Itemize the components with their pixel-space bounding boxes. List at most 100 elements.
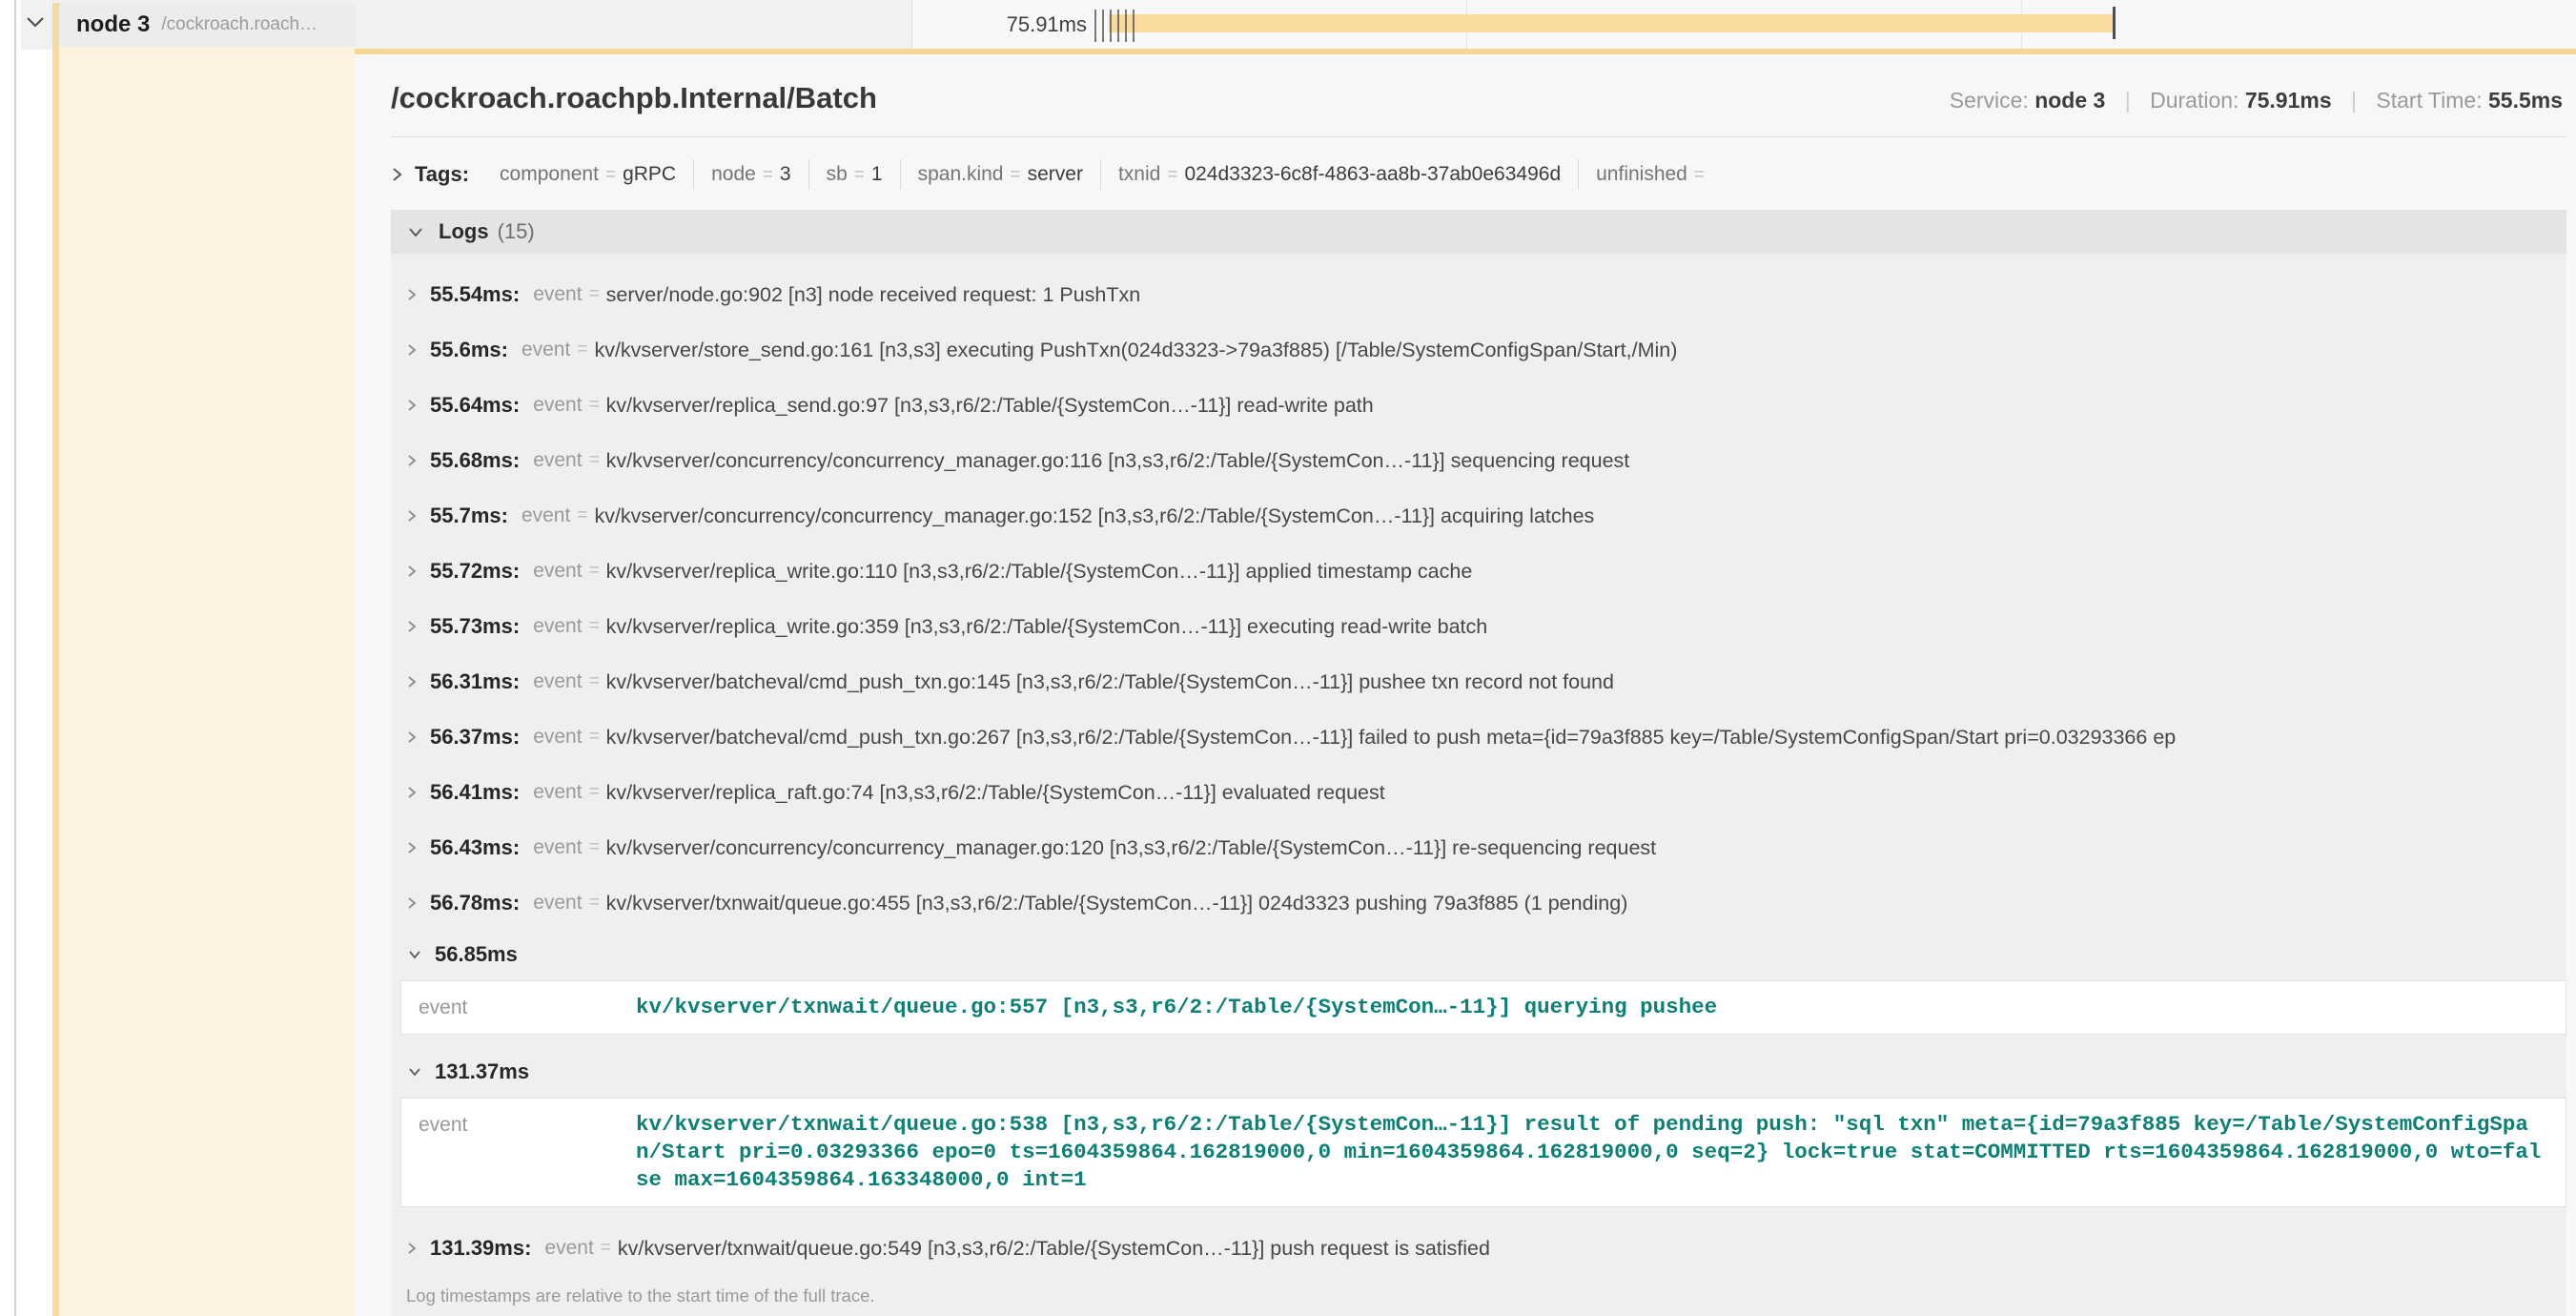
expand-chevron-icon [406,784,418,801]
log-timestamp: 56.41ms: [430,780,520,805]
left-gutter-top [0,0,21,50]
span-end-marker [2113,7,2116,39]
logs-header[interactable]: Logs (15) [391,210,2566,254]
expand-chevron-icon [406,452,418,469]
log-message: kv/kvserver/txnwait/queue.go:455 [n3,s3,… [606,892,2566,915]
collapse-chevron-icon [406,1066,423,1078]
span-tick [1102,10,1104,42]
meta-separator: | [2125,88,2131,113]
span-tick [1110,10,1112,42]
log-field: event [544,1237,593,1260]
equals-sign: = [577,339,587,360]
log-row[interactable]: 56.43ms: event = kv/kvserver/concurrency… [391,820,2566,875]
tag-item: unfinished = [1579,159,1728,190]
duration-label: Duration: [2150,88,2239,113]
minimap-divider [14,0,16,1316]
tag-key: component [500,163,599,185]
log-timestamp: 55.68ms: [430,448,520,473]
tag-value: 3 [780,163,791,185]
log-timestamp: 55.72ms: [430,559,520,584]
equals-sign: = [854,165,865,185]
span-bar-row: node 3 /cockroach.roach… 75.91ms [0,0,2576,50]
log-row[interactable]: 55.54ms: event = server/node.go:902 [n3]… [391,267,2566,322]
span-tick [1133,10,1135,42]
log-message: kv/kvserver/store_send.go:161 [n3,s3] ex… [594,339,2566,362]
logs-section: Logs (15) 55.54ms: event = server/node.g… [391,210,2566,1316]
span-duration-label: 75.91ms [887,12,1087,37]
log-message: kv/kvserver/concurrency/concurrency_mana… [594,504,2566,528]
collapse-span-chevron-icon[interactable] [25,14,46,30]
equals-sign: = [589,727,600,748]
tag-value: 024d3323-6c8f-4863-aa8b-37ab0e63496d [1184,163,1561,185]
expand-chevron-icon [406,673,418,690]
tags-toggle[interactable]: Tags: [391,162,469,187]
equals-sign: = [605,165,616,185]
log-field: event [533,615,582,638]
log-timestamp: 131.37ms [435,1059,529,1084]
span-detail-header: /cockroach.roachpb.Internal/Batch Servic… [391,81,2566,115]
log-timestamp: 55.7ms: [430,504,508,528]
log-timestamp: 55.54ms: [430,282,520,307]
log-timestamp: 55.73ms: [430,614,520,639]
collapse-chevron-icon [406,949,423,960]
log-row[interactable]: 55.64ms: event = kv/kvserver/replica_sen… [391,378,2566,433]
log-message: kv/kvserver/txnwait/queue.go:549 [n3,s3,… [618,1237,2566,1261]
span-operation-title: /cockroach.roachpb.Internal/Batch [391,81,877,115]
logs-count: (15) [498,219,535,244]
log-row[interactable]: 55.7ms: event = kv/kvserver/concurrency/… [391,488,2566,544]
expand-chevron-icon [406,1240,418,1257]
log-row[interactable]: 131.39ms: event = kv/kvserver/txnwait/qu… [391,1221,2566,1276]
span-operation-name: /cockroach.roach… [161,14,317,35]
log-timestamp: 56.37ms: [430,725,520,750]
log-detail-card: event kv/kvserver/txnwait/queue.go:538 [… [400,1098,2566,1207]
log-row[interactable]: 55.72ms: event = kv/kvserver/replica_wri… [391,544,2566,599]
log-row[interactable]: 56.37ms: event = kv/kvserver/batcheval/c… [391,709,2566,765]
service-label: Service: [1950,88,2029,113]
tag-list: component=gRPC node=3 sb=1 span.kind=ser… [482,159,1728,190]
tag-item: component = gRPC [482,159,694,190]
equals-sign: = [763,165,773,185]
span-meta: Service: node 3 | Duration: 75.91ms | St… [1950,88,2563,113]
log-message: kv/kvserver/concurrency/concurrency_mana… [606,836,2566,860]
span-name-tab[interactable]: node 3 /cockroach.roach… [52,3,356,47]
log-row[interactable]: 55.68ms: event = kv/kvserver/concurrency… [391,433,2566,488]
log-detail-card: event kv/kvserver/txnwait/queue.go:557 [… [400,980,2566,1035]
log-field: event [533,449,582,472]
log-message: server/node.go:902 [n3] node received re… [606,283,2566,307]
log-row[interactable]: 55.73ms: event = kv/kvserver/replica_wri… [391,599,2566,654]
expand-chevron-icon [406,341,418,359]
log-field: event [533,560,582,583]
log-row-expanded[interactable]: 131.37ms [391,1048,2566,1096]
equals-sign: = [589,450,600,471]
log-row-expanded[interactable]: 56.85ms [391,931,2566,978]
duration-value: 75.91ms [2245,88,2332,113]
equals-sign: = [577,505,587,526]
tag-value: 1 [871,163,883,185]
expand-chevron-icon [406,507,418,524]
log-row[interactable]: 56.78ms: event = kv/kvserver/txnwait/que… [391,875,2566,931]
span-detail-panel: /cockroach.roachpb.Internal/Batch Servic… [355,54,2576,1316]
start-time-label: Start Time: [2376,88,2482,113]
equals-sign: = [589,893,600,914]
log-row[interactable]: 55.6ms: event = kv/kvserver/store_send.g… [391,322,2566,378]
log-row[interactable]: 56.31ms: event = kv/kvserver/batcheval/c… [391,654,2566,709]
span-tick [1125,10,1127,42]
span-duration-bar[interactable] [1109,14,2116,32]
tag-key: span.kind [918,163,1004,185]
tag-key: unfinished [1596,163,1687,185]
equals-sign: = [589,837,600,858]
trace-detail-page: node 3 /cockroach.roach… 75.91ms /cockro… [0,0,2576,1316]
logs-footer-note: Log timestamps are relative to the start… [391,1276,2566,1316]
equals-sign: = [1011,165,1021,185]
log-timestamp: 56.85ms [435,942,518,967]
span-service-name: node 3 [76,11,150,38]
expand-chevron-icon [406,563,418,580]
log-message: kv/kvserver/replica_send.go:97 [n3,s3,r6… [606,394,2566,418]
log-row[interactable]: 56.41ms: event = kv/kvserver/replica_raf… [391,765,2566,820]
equals-sign: = [589,671,600,692]
log-field: event [533,836,582,859]
equals-sign: = [1694,165,1705,185]
tag-value: gRPC [623,163,676,185]
equals-sign: = [601,1238,611,1259]
collapse-chevron-icon [406,226,425,238]
